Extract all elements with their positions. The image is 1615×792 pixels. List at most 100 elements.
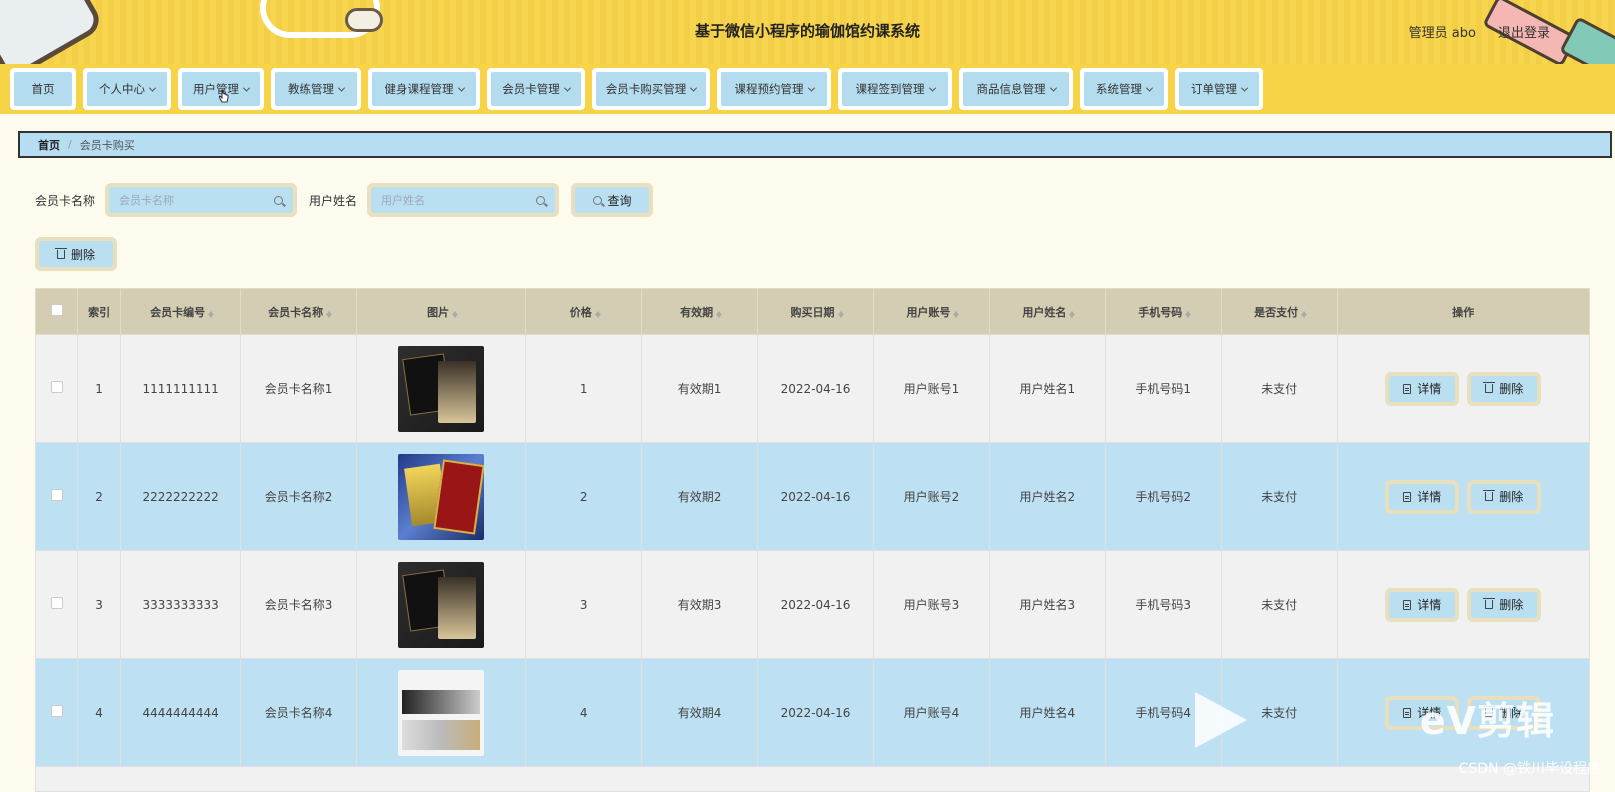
card-no-cell: 4444444444 xyxy=(120,658,242,767)
nav-item-3[interactable]: 教练管理 xyxy=(271,68,361,110)
chevron-down-icon xyxy=(807,84,815,92)
document-icon xyxy=(1403,707,1412,718)
row-delete-button[interactable]: 删除 xyxy=(1467,479,1542,514)
card-image[interactable] xyxy=(398,669,485,756)
select-all-cell xyxy=(34,288,79,335)
nav-item-label: 用户管理 xyxy=(193,82,239,96)
trash-icon xyxy=(54,247,67,259)
col-purchase-date[interactable]: 购买日期 xyxy=(757,288,874,335)
detail-button[interactable]: 详情 xyxy=(1385,371,1460,406)
validity-cell: 有效期3 xyxy=(641,550,759,659)
table-row[interactable]: 4 4444444444 会员卡名称4 4 有效期4 2022-04-16 用户账号4 用户姓… xyxy=(34,658,1591,767)
user-name-search-field[interactable]: 用户姓名 xyxy=(367,183,560,217)
date-cell: 2022-04-16 xyxy=(757,442,874,551)
table-row[interactable]: 1 1111111111 会员卡名称1 1 有效期1 2022-04-16 用户账号1 用户姓… xyxy=(34,334,1591,443)
nav-item-4[interactable]: 健身课程管理 xyxy=(368,68,480,110)
nav-item-label: 系统管理 xyxy=(1096,82,1142,96)
card-image[interactable] xyxy=(398,345,485,432)
detail-button-label: 详情 xyxy=(1417,598,1442,612)
price-cell: 4 xyxy=(525,658,643,767)
row-select-cell xyxy=(34,550,79,659)
trash-icon xyxy=(1483,598,1496,609)
user-name-cell: 用户姓名2 xyxy=(988,442,1106,551)
select-all-checkbox[interactable] xyxy=(50,304,63,316)
card-image[interactable] xyxy=(398,453,485,540)
nav-item-8[interactable]: 课程签到管理 xyxy=(838,68,952,110)
col-price[interactable]: 价格 xyxy=(525,288,643,335)
nav-item-10[interactable]: 系统管理 xyxy=(1080,68,1168,110)
table-row[interactable] xyxy=(35,766,1590,792)
chevron-down-icon xyxy=(337,84,346,92)
price-cell: 3 xyxy=(525,550,643,659)
query-button[interactable]: 查询 xyxy=(571,183,654,217)
col-card-name[interactable]: 会员卡名称 xyxy=(240,288,358,335)
date-cell: 2022-04-16 xyxy=(757,550,874,659)
nav-item-label: 会员卡管理 xyxy=(502,82,560,96)
app-title: 基于微信小程序的瑜伽馆约课系统 xyxy=(694,22,920,40)
current-user: 管理员 abo xyxy=(1408,26,1476,41)
phone-cell: 手机号码1 xyxy=(1104,334,1222,443)
nav-item-0[interactable]: 首页 xyxy=(10,68,76,110)
col-paid[interactable]: 是否支付 xyxy=(1220,288,1338,335)
nav-item-label: 商品信息管理 xyxy=(976,82,1046,96)
chevron-down-icon xyxy=(242,84,251,92)
col-user-name[interactable]: 用户姓名 xyxy=(988,288,1106,335)
image-cell xyxy=(356,658,527,767)
nav-item-7[interactable]: 课程预约管理 xyxy=(717,68,831,110)
col-phone[interactable]: 手机号码 xyxy=(1104,288,1222,335)
image-cell xyxy=(356,442,527,551)
row-delete-button[interactable]: 删除 xyxy=(1467,371,1542,406)
batch-delete-button[interactable]: 删除 xyxy=(35,237,117,271)
col-card-no[interactable]: 会员卡编号 xyxy=(120,288,242,335)
account-cell: 用户账号3 xyxy=(872,550,990,659)
breadcrumb-home[interactable]: 首页 xyxy=(38,137,60,153)
card-name-search-field[interactable]: 会员卡名称 xyxy=(105,183,298,217)
nav-item-5[interactable]: 会员卡管理 xyxy=(487,68,585,110)
row-checkbox[interactable] xyxy=(50,597,63,609)
row-checkbox[interactable] xyxy=(50,381,63,393)
row-checkbox[interactable] xyxy=(50,489,63,501)
nav-item-6[interactable]: 会员卡购买管理 xyxy=(592,68,710,110)
col-image[interactable]: 图片 xyxy=(356,288,527,335)
nav-item-inner: 系统管理 xyxy=(1084,72,1164,106)
table-row[interactable]: 2 2222222222 会员卡名称2 2 有效期2 2022-04-16 用户账号2 用户姓… xyxy=(34,442,1591,551)
chevron-down-icon xyxy=(1145,84,1154,92)
detail-button-label: 详情 xyxy=(1417,490,1442,504)
nav-item-inner: 课程签到管理 xyxy=(842,72,948,106)
row-delete-button[interactable]: 删除 xyxy=(1467,587,1542,622)
nav-item-inner: 商品信息管理 xyxy=(963,72,1069,106)
nav-item-inner: 教练管理 xyxy=(275,72,357,106)
top-header: 基于微信小程序的瑜伽馆约课系统 管理员 abo 退出登录 xyxy=(0,0,1615,64)
row-delete-label: 删除 xyxy=(1499,598,1524,612)
nav-item-label: 个人中心 xyxy=(99,82,145,96)
card-name-label: 会员卡名称 xyxy=(35,193,96,208)
nav-item-9[interactable]: 商品信息管理 xyxy=(959,68,1073,110)
search-icon xyxy=(274,195,284,205)
account-cell: 用户账号4 xyxy=(872,658,990,767)
detail-button-label: 详情 xyxy=(1417,382,1442,396)
document-icon xyxy=(1403,491,1412,502)
detail-button[interactable]: 详情 xyxy=(1385,587,1460,622)
card-name-cell: 会员卡名称4 xyxy=(240,658,358,767)
row-delete-label: 删除 xyxy=(1499,382,1524,396)
nav-item-11[interactable]: 订单管理 xyxy=(1175,68,1263,110)
paid-cell: 未支付 xyxy=(1220,442,1338,551)
user-name-input[interactable]: 用户姓名 xyxy=(381,192,425,208)
row-cutoff xyxy=(35,766,1590,792)
detail-button[interactable]: 详情 xyxy=(1385,479,1460,514)
nav-item-1[interactable]: 个人中心 xyxy=(83,68,171,110)
card-purchase-table: 索引 会员卡编号 会员卡名称 图片 价格 有效期 购买日期 用户账号 用户姓名 … xyxy=(34,288,1591,792)
image-cell xyxy=(356,550,527,659)
card-image[interactable] xyxy=(398,561,485,648)
phone-cell: 手机号码3 xyxy=(1104,550,1222,659)
account-cell: 用户账号2 xyxy=(872,442,990,551)
logout-link[interactable]: 退出登录 xyxy=(1498,22,1550,41)
nav-item-label: 会员卡购买管理 xyxy=(605,82,687,96)
col-account[interactable]: 用户账号 xyxy=(872,288,990,335)
col-validity[interactable]: 有效期 xyxy=(641,288,759,335)
table-row[interactable]: 3 3333333333 会员卡名称3 3 有效期3 2022-04-16 用户账号3 用户姓… xyxy=(34,550,1591,659)
user-name-cell: 用户姓名4 xyxy=(988,658,1106,767)
date-cell: 2022-04-16 xyxy=(757,658,874,767)
card-name-input[interactable]: 会员卡名称 xyxy=(119,192,174,208)
row-checkbox[interactable] xyxy=(50,705,63,717)
